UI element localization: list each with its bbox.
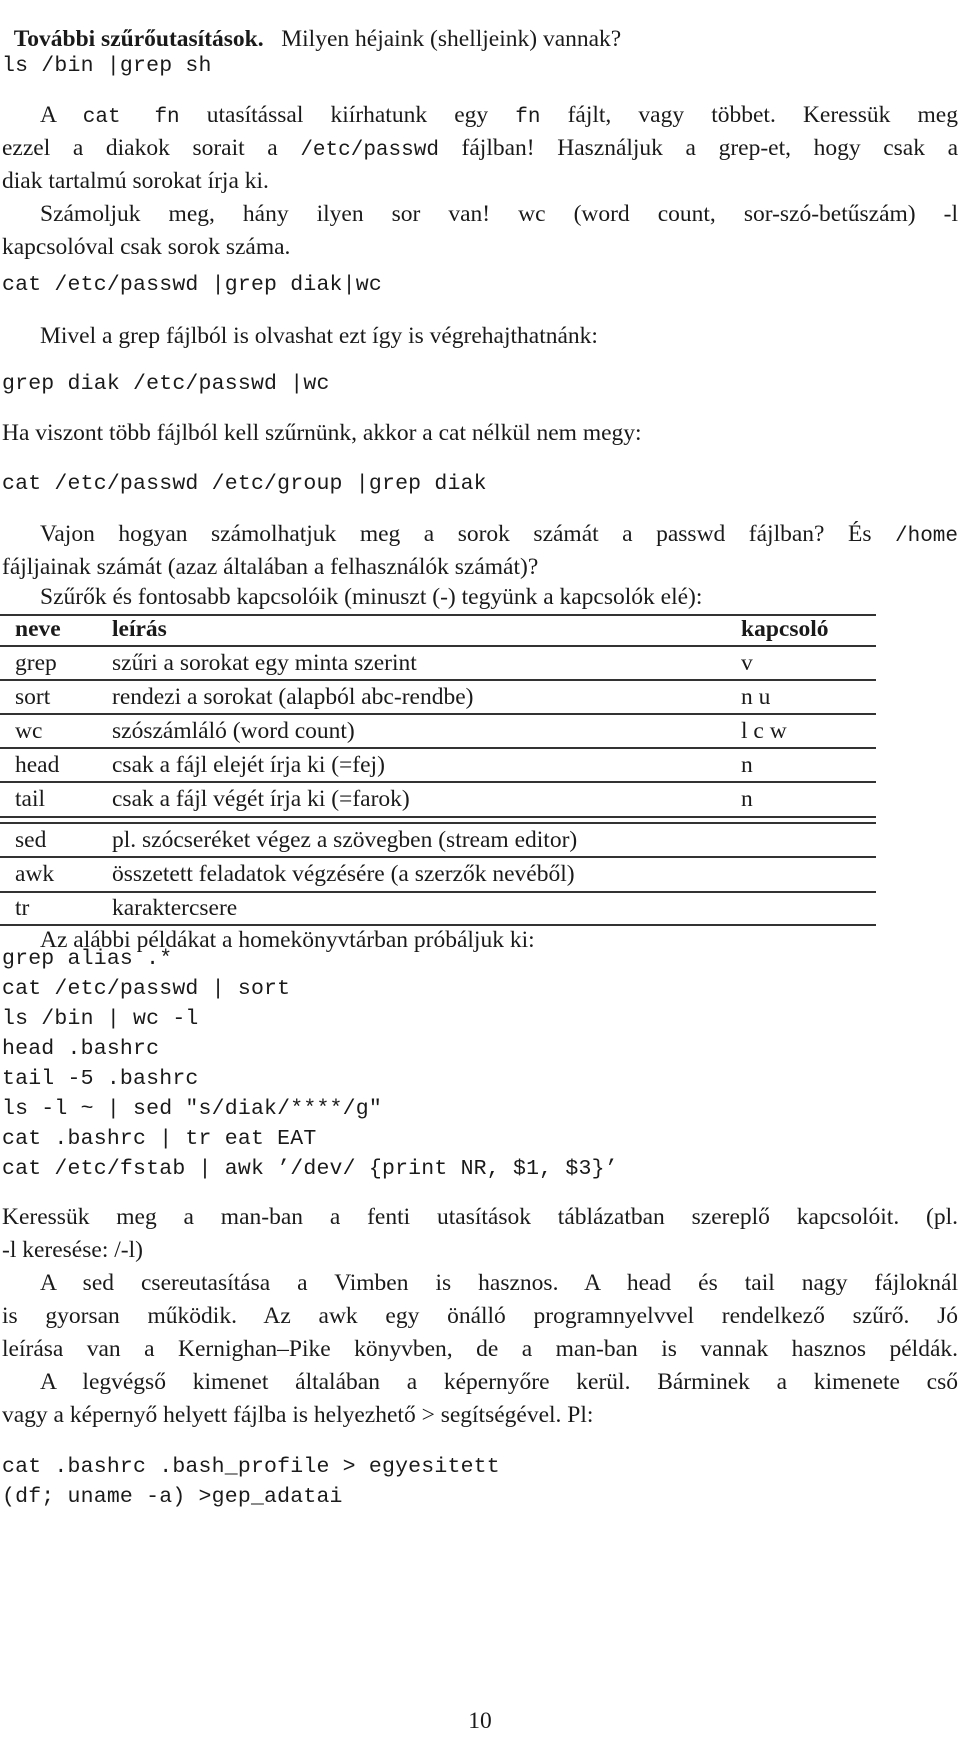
table-cell: n	[741, 752, 753, 778]
table-rule	[0, 747, 876, 749]
table-header: kapcsoló	[741, 616, 829, 642]
table-header: leírás	[112, 616, 167, 642]
inline-code: cat fn	[82, 106, 180, 129]
table-cell: sed	[15, 827, 47, 853]
code-line: head .bashrc	[2, 1037, 160, 1061]
table-cell: csak a fájl végét írja ki (=farok)	[112, 786, 410, 812]
table-cell: n u	[741, 684, 771, 710]
paragraph-line: vagy a képernyő helyett fájlba is helyez…	[2, 1402, 594, 1428]
paragraph-line: kapcsolóval csak sorok száma.	[2, 234, 291, 260]
table-cell: szűri a sorokat egy minta szerint	[112, 650, 417, 676]
table-double-rule-bottom	[0, 822, 876, 824]
table-cell: head	[15, 752, 60, 778]
code-line: tail -5 .bashrc	[2, 1067, 199, 1091]
code-line: (df; uname -a) >gep_adatai	[2, 1485, 343, 1509]
paragraph-line: Keressük meg a man-ban a fenti utasításo…	[2, 1204, 958, 1230]
section-question: Milyen héjaink (shelljeink) vannak?	[281, 25, 622, 52]
code-line: cat .bashrc .bash_profile > egyesitett	[2, 1455, 500, 1479]
section-heading-line: További szűrőutasítások. Milyen héjaink …	[2, 4, 622, 52]
table-cell: wc	[15, 718, 43, 744]
inline-code: /home	[894, 525, 958, 548]
table-cell: v	[741, 650, 753, 676]
table-cell: karaktercsere	[112, 895, 238, 921]
table-header: neve	[15, 616, 61, 642]
table-cell: tail	[15, 786, 46, 812]
paragraph-line: Szűrők és fontosabb kapcsolóik (minuszt …	[40, 584, 703, 610]
code-line: grep alias .*	[2, 947, 173, 971]
page-number: 10	[468, 1708, 492, 1734]
paragraph-line: Vajon hogyan számolhatjuk meg a sorok sz…	[40, 521, 958, 548]
table-rule	[0, 856, 876, 858]
table-cell: grep	[15, 650, 57, 676]
code-line: cat /etc/passwd | sort	[2, 977, 291, 1001]
paragraph-line: Ha viszont több fájlból kell szűrnünk, a…	[2, 420, 642, 446]
table-rule	[0, 645, 876, 647]
inline-code: fn	[515, 106, 541, 129]
table-double-rule-top	[0, 816, 876, 818]
table-cell: csak a fájl elejét írja ki (=fej)	[112, 752, 385, 778]
table-cell: rendezi a sorokat (alapból abc-rendbe)	[112, 684, 474, 710]
table-cell: awk	[15, 861, 55, 887]
table-rule	[0, 781, 876, 783]
table-cell: sort	[15, 684, 51, 710]
paragraph-line: Mivel a grep fájlból is olvashat ezt így…	[40, 323, 598, 349]
paragraph-line: diak tartalmú sorokat írja ki.	[2, 168, 269, 194]
code-line: grep diak /etc/passwd |wc	[2, 372, 330, 396]
table-rule	[0, 891, 876, 893]
table-cell: l c w	[741, 718, 787, 744]
inline-code: /etc/passwd	[300, 139, 439, 162]
code-line: ls /bin | wc -l	[2, 1007, 199, 1031]
code-line: ls -l ~ | sed "s/diak/****/g"	[2, 1097, 382, 1121]
table-cell: n	[741, 786, 753, 812]
table-rule	[0, 679, 876, 681]
paragraph-line: leírása van a Kernighan–Pike könyvben, d…	[2, 1336, 958, 1362]
code-line: cat .bashrc | tr eat EAT	[2, 1127, 317, 1151]
paragraph-line: A cat fn utasítással kiírhatunk egy fn f…	[40, 102, 958, 129]
table-rule	[0, 713, 876, 715]
section-title: További szűrőutasítások.	[13, 25, 264, 52]
table-cell: tr	[15, 895, 30, 921]
table-cell: szószámláló (word count)	[112, 718, 355, 744]
paragraph-line: ezzel a diakok sorait a /etc/passwd fájl…	[2, 135, 958, 162]
table-rule	[0, 924, 876, 926]
code-line: cat /etc/passwd /etc/group |grep diak	[2, 472, 487, 496]
paragraph-line: -l keresése: /-l)	[2, 1237, 143, 1263]
paragraph-line: A sed csereutasítása a Vimben is hasznos…	[40, 1270, 958, 1296]
paragraph-line: fájljainak számát (azaz általában a felh…	[2, 554, 539, 580]
table-cell: pl. szócseréket végez a szövegben (strea…	[112, 827, 578, 853]
code-line: ls /bin |grep sh	[2, 54, 212, 78]
table-cell: összetett feladatok végzésére (a szerzők…	[112, 861, 575, 887]
code-line: cat /etc/fstab | awk ’/dev/ {print NR, $…	[2, 1157, 618, 1181]
paragraph-line: is gyorsan működik. Az awk egy önálló pr…	[2, 1303, 958, 1329]
code-line: cat /etc/passwd |grep diak|wc	[2, 273, 382, 297]
paragraph-line: A legvégső kimenet általában a képernyőr…	[40, 1369, 958, 1395]
paragraph-line: Számoljuk meg, hány ilyen sor van! wc (w…	[40, 201, 958, 227]
